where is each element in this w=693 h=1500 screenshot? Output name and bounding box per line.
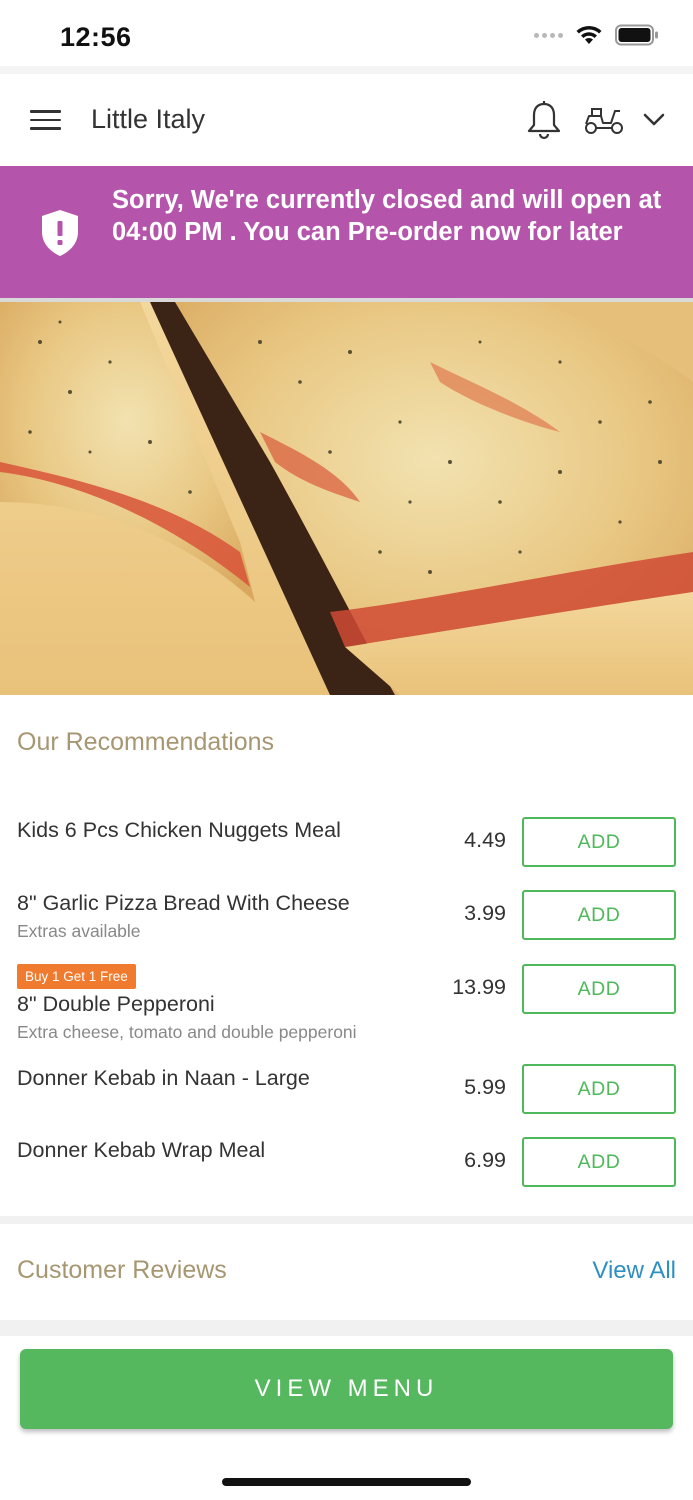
promo-badge: Buy 1 Get 1 Free: [17, 964, 136, 989]
header-shadow: [0, 66, 693, 74]
recommendations-title: Our Recommendations: [17, 728, 275, 756]
home-indicator[interactable]: [222, 1478, 471, 1486]
hero-pizza-image: [0, 302, 693, 695]
item-price: 5.99: [464, 1075, 506, 1099]
item-name: Kids 6 Pcs Chicken Nuggets Meal: [17, 818, 341, 842]
view-all-reviews-link[interactable]: View All: [592, 1257, 676, 1285]
reviews-title: Customer Reviews: [17, 1256, 227, 1284]
shield-alert-icon: [42, 210, 78, 256]
battery-icon: [615, 24, 658, 46]
add-button[interactable]: ADD: [522, 1137, 676, 1187]
section-divider: [0, 1216, 693, 1224]
status-bar: 12:56: [0, 0, 693, 66]
item-price: 3.99: [464, 901, 506, 925]
item-name: 8" Double Pepperoni: [17, 992, 215, 1016]
restaurant-name: Little Italy: [91, 104, 206, 134]
delivery-scooter-icon[interactable]: [583, 106, 625, 136]
add-button[interactable]: ADD: [522, 817, 676, 867]
menu-icon[interactable]: [30, 110, 61, 130]
item-name: Donner Kebab Wrap Meal: [17, 1138, 266, 1162]
chevron-down-icon[interactable]: [642, 112, 666, 128]
closed-message: Sorry, We're currently closed and will o…: [112, 186, 662, 246]
item-description: Extra cheese, tomato and double pepperon…: [17, 1022, 357, 1042]
app-header: Little Italy: [0, 74, 693, 166]
cellular-signal-icon: [534, 32, 563, 38]
item-price: 6.99: [464, 1148, 506, 1172]
view-menu-button[interactable]: VIEW MENU: [20, 1349, 673, 1429]
item-description: Extras available: [17, 921, 141, 941]
item-name: Donner Kebab in Naan - Large: [17, 1066, 310, 1090]
add-button[interactable]: ADD: [522, 890, 676, 940]
wifi-icon: [576, 25, 602, 44]
add-button[interactable]: ADD: [522, 964, 676, 1014]
section-divider: [0, 1320, 693, 1336]
item-price: 13.99: [452, 975, 506, 999]
item-name: 8" Garlic Pizza Bread With Cheese: [17, 891, 350, 915]
item-price: 4.49: [464, 828, 506, 852]
closed-notice-banner: Sorry, We're currently closed and will o…: [0, 166, 693, 298]
status-time: 12:56: [60, 22, 132, 52]
add-button[interactable]: ADD: [522, 1064, 676, 1114]
status-icons: [534, 24, 659, 46]
notification-bell-icon[interactable]: [526, 100, 562, 140]
